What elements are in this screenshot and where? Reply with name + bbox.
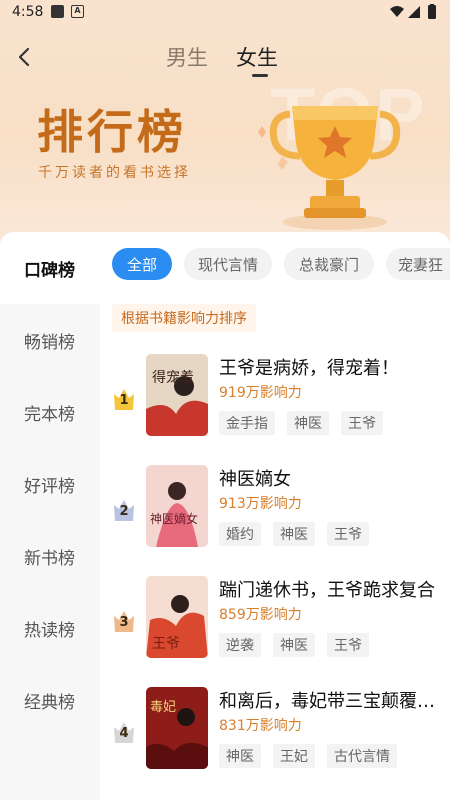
rank-badge: 4: [112, 719, 136, 745]
chip-ceo[interactable]: 总裁豪门: [284, 248, 374, 280]
tab-male[interactable]: 男生: [166, 42, 208, 72]
rank-badge: 1: [112, 386, 136, 412]
book-tag: 王爷: [327, 633, 369, 657]
book-cover[interactable]: 毒妃: [146, 687, 208, 769]
book-title[interactable]: 踹门递休书，王爷跪求复合: [219, 576, 447, 602]
book-tag: 婚约: [219, 522, 261, 546]
book-title[interactable]: 神医嫡女: [219, 465, 447, 491]
cover-title: 毒妃: [150, 700, 176, 715]
rank-number: 4: [119, 726, 129, 741]
back-button[interactable]: [14, 46, 36, 68]
cover-title: 神医嫡女: [150, 511, 198, 526]
sidebar-item-haoping[interactable]: 好评榜: [0, 448, 100, 520]
signal-icon: [408, 6, 420, 18]
a-icon: A: [71, 5, 84, 18]
book-influence: 831万影响力: [219, 718, 302, 734]
book-tag: 神医: [287, 411, 329, 435]
cover-title: 得宠着: [152, 369, 194, 386]
sidebar-item-jingdian[interactable]: 经典榜: [0, 664, 100, 736]
page-title: 排行榜: [37, 105, 187, 159]
book-title[interactable]: 和离后，毒妃带三宝颠覆江山: [219, 687, 447, 713]
ranking-sidebar: 口碑榜 畅销榜 完本榜 好评榜 新书榜 热读榜 经典榜: [0, 232, 100, 800]
rank-badge: 2: [112, 497, 136, 523]
book-influence: 913万影响力: [219, 496, 302, 512]
sidebar-item-changxiao[interactable]: 畅销榜: [0, 304, 100, 376]
book-tag: 金手指: [219, 411, 275, 435]
sidebar-item-koubei[interactable]: 口碑榜: [0, 232, 100, 304]
battery-icon: [428, 5, 436, 19]
rank-number: 3: [119, 615, 129, 630]
book-tag: 古代言情: [327, 744, 397, 768]
wifi-icon: [390, 6, 404, 17]
book-tag: 王爷: [327, 522, 369, 546]
book-tag: 神医: [273, 522, 315, 546]
tab-female[interactable]: 女生: [236, 42, 278, 72]
book-tag: 逆袭: [219, 633, 261, 657]
book-item[interactable]: 4 毒妃 和离后，毒妃带三宝颠覆江山 831万影响力 神医 王妃 古代言情: [100, 687, 450, 797]
photo-icon: [51, 5, 64, 18]
book-item[interactable]: 3 王爷 踹门递休书，王爷跪求复合 859万影响力 逆袭 神医 王爷: [100, 576, 450, 686]
active-tab-indicator: [252, 74, 268, 77]
content-panel: 口碑榜 畅销榜 完本榜 好评榜 新书榜 热读榜 经典榜 全部 现代言情 总裁豪门…: [0, 232, 450, 800]
sidebar-item-xinshu[interactable]: 新书榜: [0, 520, 100, 592]
book-cover[interactable]: 得宠着: [146, 354, 208, 436]
chip-pampered-wife[interactable]: 宠妻狂: [386, 248, 450, 280]
rank-number: 1: [119, 393, 129, 408]
book-cover[interactable]: 神医嫡女: [146, 465, 208, 547]
chevron-left-icon: [18, 47, 30, 67]
book-title[interactable]: 王爷是病娇，得宠着！: [219, 354, 447, 380]
status-time: 4:58: [12, 4, 44, 20]
book-item[interactable]: 1 得宠着 王爷是病娇，得宠着！ 919万影响力 金手指 神医 王爷: [100, 354, 450, 464]
book-tag: 王爷: [341, 411, 383, 435]
cover-title: 王爷: [152, 636, 180, 652]
status-icons: [390, 4, 436, 19]
hero-banner: 4:58 A 男生 女生 TOP 排行榜 千万读者的看书选择: [0, 0, 450, 250]
rank-number: 2: [119, 504, 129, 519]
trophy-icon: [258, 106, 401, 230]
book-tag: 神医: [219, 744, 261, 768]
page-subtitle: 千万读者的看书选择: [38, 165, 191, 181]
chip-all[interactable]: 全部: [112, 248, 172, 280]
rank-badge: 3: [112, 608, 136, 634]
sidebar-item-redu[interactable]: 热读榜: [0, 592, 100, 664]
book-tag: 神医: [273, 633, 315, 657]
status-bar: 4:58 A: [0, 0, 450, 26]
sort-label: 根据书籍影响力排序: [112, 304, 256, 332]
chip-modern-romance[interactable]: 现代言情: [184, 248, 272, 280]
book-influence: 919万影响力: [219, 385, 302, 401]
sidebar-item-wanben[interactable]: 完本榜: [0, 376, 100, 448]
book-tag: 王妃: [273, 744, 315, 768]
book-influence: 859万影响力: [219, 607, 302, 623]
book-cover[interactable]: 王爷: [146, 576, 208, 658]
book-item[interactable]: 2 神医嫡女 神医嫡女 913万影响力 婚约 神医 王爷: [100, 465, 450, 575]
